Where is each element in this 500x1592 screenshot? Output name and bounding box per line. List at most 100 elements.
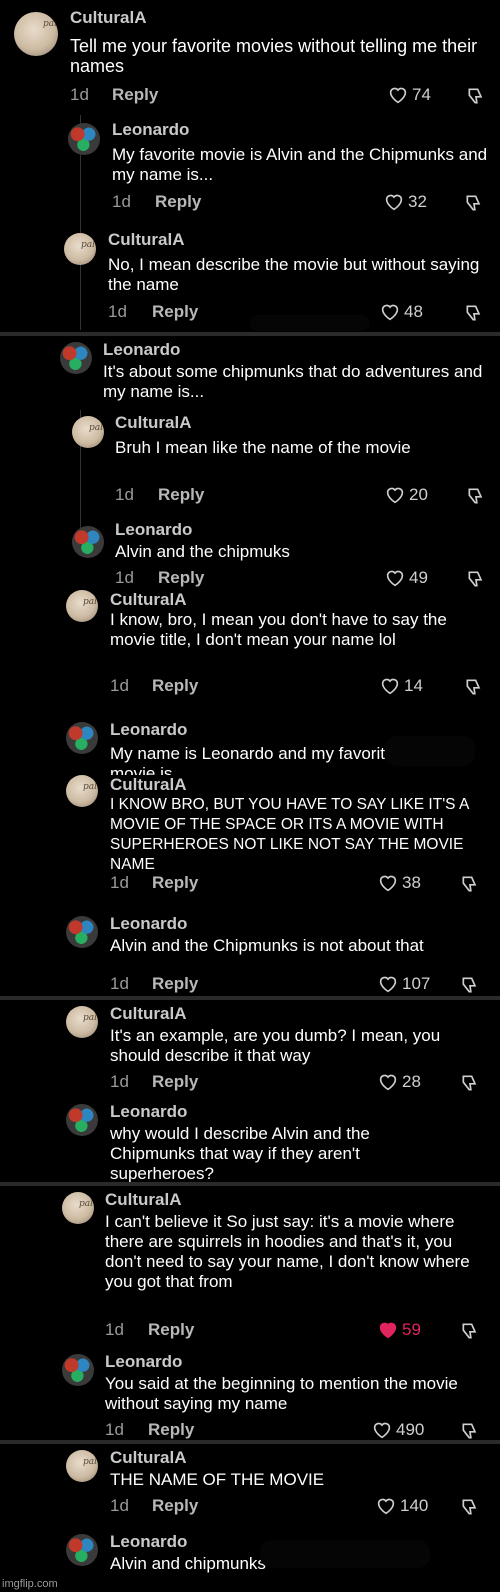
- reply-button[interactable]: Reply: [158, 568, 204, 588]
- section-divider: [0, 332, 500, 336]
- comment-13: pal CulturalA I can't believe it So just…: [0, 1188, 500, 1343]
- like-button[interactable]: 20: [385, 485, 428, 505]
- avatar[interactable]: pal: [62, 1192, 94, 1224]
- comment-12: Leonardo why would I describe Alvin and …: [0, 1100, 500, 1183]
- reply-button[interactable]: Reply: [152, 974, 198, 994]
- reply-button[interactable]: Reply: [158, 485, 204, 505]
- like-count: 107: [402, 974, 431, 993]
- reply-button[interactable]: Reply: [152, 302, 198, 322]
- avatar[interactable]: pal: [14, 12, 58, 56]
- username[interactable]: Leonardo: [115, 520, 192, 540]
- username[interactable]: CulturalA: [70, 8, 147, 28]
- like-button[interactable]: 74: [388, 85, 431, 105]
- avatar[interactable]: [66, 1104, 98, 1136]
- like-count: 20: [409, 485, 428, 504]
- username[interactable]: CulturalA: [110, 1448, 187, 1468]
- username[interactable]: Leonardo: [103, 340, 180, 360]
- avatar[interactable]: [66, 916, 98, 948]
- timestamp: 1d: [110, 974, 129, 993]
- username[interactable]: Leonardo: [110, 914, 187, 934]
- like-button[interactable]: 49: [385, 568, 428, 588]
- username[interactable]: CulturalA: [105, 1190, 182, 1210]
- avatar[interactable]: [66, 1534, 98, 1566]
- reply-button[interactable]: Reply: [148, 1320, 194, 1340]
- reply-button[interactable]: Reply: [152, 1496, 198, 1516]
- comment-11: pal CulturalA It's an example, are you d…: [0, 1002, 500, 1097]
- reply-button[interactable]: Reply: [148, 1420, 194, 1440]
- reply-button[interactable]: Reply: [152, 1072, 198, 1092]
- watermark: imgflip.com: [2, 1578, 58, 1590]
- username[interactable]: Leonardo: [110, 720, 187, 740]
- username[interactable]: Leonardo: [112, 120, 189, 140]
- avatar[interactable]: pal: [66, 1450, 98, 1482]
- timestamp: 1d: [105, 1320, 124, 1339]
- heart-icon: [381, 304, 399, 321]
- reply-button[interactable]: Reply: [155, 192, 201, 212]
- comment-16: Leonardo Alvin and chipmunks: [0, 1530, 500, 1590]
- comment-text: I know, bro, I mean you don't have to sa…: [110, 610, 447, 649]
- like-button[interactable]: 107: [378, 974, 430, 994]
- avatar[interactable]: pal: [66, 590, 98, 622]
- avatar[interactable]: [66, 722, 98, 754]
- like-count: 38: [402, 873, 421, 892]
- heart-icon: [389, 87, 407, 104]
- section-divider: [0, 996, 500, 1000]
- dislike-icon[interactable]: [464, 193, 484, 213]
- heart-icon: [386, 487, 404, 504]
- reply-button[interactable]: Reply: [112, 85, 158, 105]
- username[interactable]: CulturalA: [110, 1004, 187, 1024]
- comment-text: Alvin and the chipmuks: [115, 542, 290, 561]
- heart-icon: [381, 678, 399, 695]
- avatar[interactable]: [68, 123, 100, 155]
- avatar[interactable]: pal: [66, 1006, 98, 1038]
- dislike-icon[interactable]: [460, 1321, 480, 1341]
- like-count: 59: [402, 1320, 421, 1339]
- username[interactable]: Leonardo: [110, 1102, 187, 1122]
- heart-icon: [385, 194, 403, 211]
- avatar[interactable]: pal: [72, 416, 104, 448]
- dislike-icon[interactable]: [466, 569, 486, 589]
- avatar[interactable]: [62, 1354, 94, 1386]
- username[interactable]: CulturalA: [110, 590, 187, 610]
- heart-icon: [386, 570, 404, 587]
- like-button[interactable]: 28: [378, 1072, 421, 1092]
- timestamp: 1d: [115, 568, 134, 587]
- dislike-icon[interactable]: [460, 1421, 480, 1441]
- timestamp: 1d: [112, 192, 131, 211]
- comment-5: pal CulturalA Bruh I mean like the name …: [0, 410, 500, 515]
- avatar[interactable]: pal: [64, 233, 96, 265]
- comment-7: pal CulturalA I know, bro, I mean you do…: [0, 590, 500, 710]
- heart-icon: [377, 1498, 395, 1515]
- like-button[interactable]: 38: [378, 873, 421, 893]
- comment-text: You said at the beginning to mention the…: [105, 1374, 458, 1413]
- dislike-icon[interactable]: [460, 975, 480, 995]
- heart-icon: [373, 1422, 391, 1439]
- avatar-label: pal: [78, 1199, 93, 1209]
- dislike-icon[interactable]: [466, 486, 486, 506]
- avatar[interactable]: pal: [66, 775, 98, 807]
- dislike-icon[interactable]: [460, 1073, 480, 1093]
- like-count: 490: [396, 1420, 425, 1439]
- dislike-icon[interactable]: [460, 1497, 480, 1517]
- username[interactable]: Leonardo: [105, 1352, 182, 1372]
- reply-button[interactable]: Reply: [152, 676, 198, 696]
- avatar[interactable]: [72, 526, 104, 558]
- username[interactable]: CulturalA: [108, 230, 185, 250]
- reply-button[interactable]: Reply: [152, 873, 198, 893]
- avatar[interactable]: [60, 342, 92, 374]
- like-button[interactable]: 32: [384, 192, 427, 212]
- like-button[interactable]: 490: [372, 1420, 424, 1440]
- dislike-icon[interactable]: [466, 86, 486, 106]
- dislike-icon[interactable]: [464, 677, 484, 697]
- like-button[interactable]: 59: [378, 1320, 421, 1340]
- like-button[interactable]: 14: [380, 676, 423, 696]
- like-count: 140: [400, 1496, 429, 1515]
- like-button[interactable]: 140: [376, 1496, 428, 1516]
- dislike-icon[interactable]: [460, 874, 480, 894]
- like-button[interactable]: 48: [380, 302, 423, 322]
- username[interactable]: CulturalA: [110, 775, 187, 795]
- dislike-icon[interactable]: [464, 303, 484, 323]
- like-count: 48: [404, 302, 423, 321]
- username[interactable]: CulturalA: [115, 413, 192, 433]
- username[interactable]: Leonardo: [110, 1532, 187, 1552]
